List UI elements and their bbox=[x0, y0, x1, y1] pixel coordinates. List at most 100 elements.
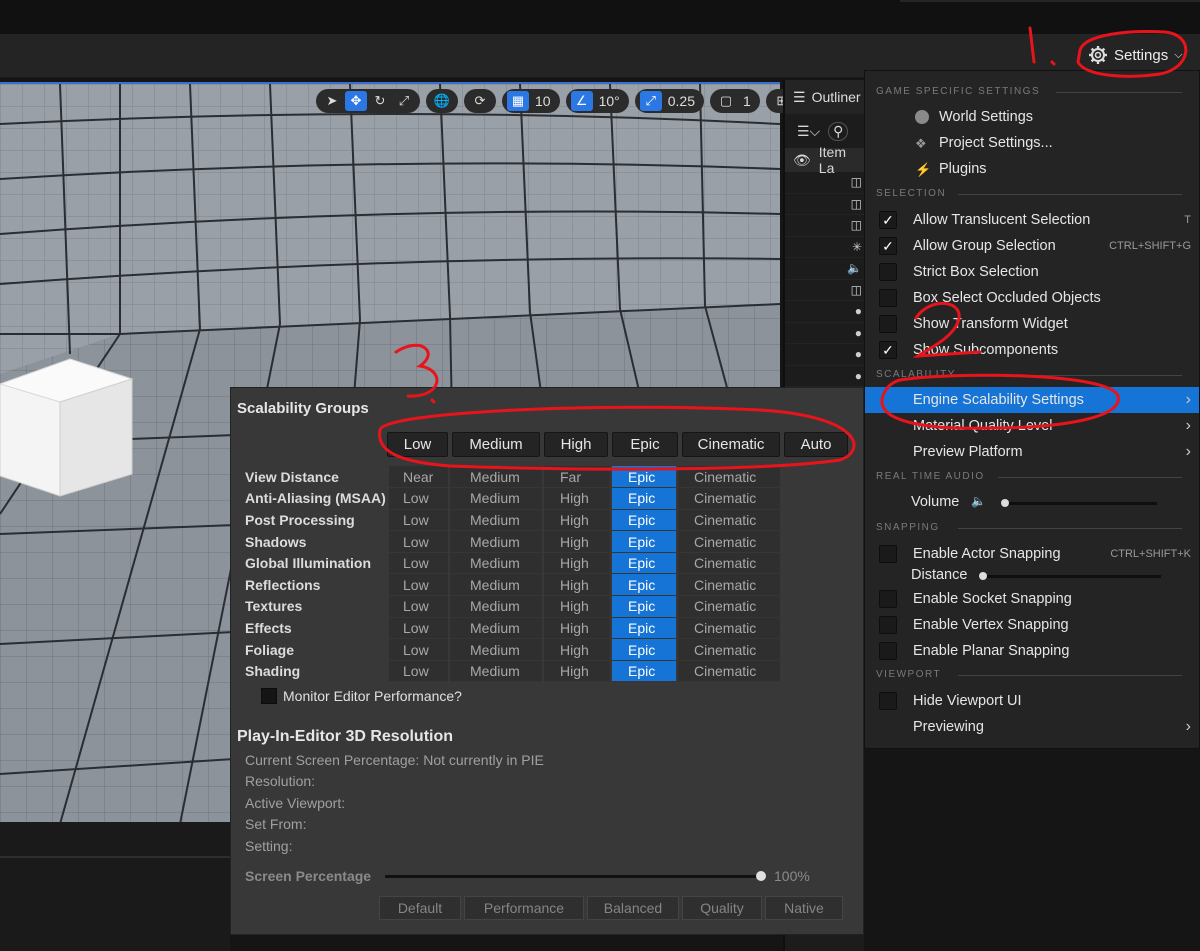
scalability-level-option[interactable]: Medium bbox=[449, 530, 544, 553]
list-item[interactable]: ◫ bbox=[785, 280, 864, 301]
surface-snap-toggle[interactable]: ⟳ bbox=[464, 89, 496, 113]
scale-snap-control[interactable]: ⤢ 0.25 bbox=[634, 89, 704, 113]
menu-item-plugins[interactable]: ⚡ Plugins bbox=[865, 156, 1199, 182]
scalability-level-option[interactable]: Low bbox=[389, 573, 450, 597]
scalability-level-option[interactable]: Cinematic bbox=[677, 466, 782, 489]
check-icon[interactable]: ✓ bbox=[879, 341, 897, 359]
distance-slider[interactable] bbox=[979, 575, 1161, 578]
search-icon[interactable]: ⚲ bbox=[828, 121, 849, 141]
scalability-level-option[interactable]: Medium bbox=[449, 552, 544, 575]
scalability-level-option[interactable]: High bbox=[543, 660, 612, 683]
menu-item-project-settings[interactable]: ❖ Project Settings... bbox=[865, 130, 1199, 156]
scalability-level-option[interactable]: Low bbox=[389, 552, 450, 575]
volume-slider[interactable] bbox=[1001, 502, 1157, 505]
distance-handle[interactable] bbox=[979, 572, 987, 580]
menu-item-world-settings[interactable]: World Settings bbox=[865, 104, 1199, 130]
scalability-level-option[interactable]: Cinematic bbox=[677, 573, 782, 597]
unchecked-box[interactable] bbox=[879, 590, 897, 608]
list-item[interactable]: ● bbox=[785, 366, 864, 387]
check-icon[interactable]: ✓ bbox=[879, 211, 897, 229]
scalability-level-option[interactable]: Low bbox=[389, 660, 450, 683]
preset-low-button[interactable]: Low bbox=[387, 432, 448, 457]
preset-cinematic-button[interactable]: Cinematic bbox=[682, 432, 780, 457]
unchecked-box[interactable] bbox=[879, 315, 897, 333]
list-item[interactable]: ◫ bbox=[785, 172, 864, 194]
scalability-level-option[interactable]: Medium bbox=[449, 660, 544, 683]
filter-icon[interactable]: ☰⌵ bbox=[797, 123, 820, 140]
unchecked-box[interactable] bbox=[879, 616, 897, 634]
scalability-level-option[interactable]: Cinematic bbox=[677, 487, 782, 510]
select-icon[interactable]: ➤ bbox=[321, 91, 343, 111]
scalability-level-option[interactable]: Epic bbox=[611, 530, 678, 553]
unchecked-box[interactable] bbox=[879, 692, 897, 710]
scalability-level-option[interactable]: Cinematic bbox=[677, 617, 782, 640]
scalability-level-option[interactable]: High bbox=[543, 530, 612, 553]
menu-item-enable-actor-snapping[interactable]: Enable Actor Snapping CTRL+SHIFT+K bbox=[865, 541, 1199, 567]
scalability-level-option[interactable]: Low bbox=[389, 595, 450, 618]
quality-button[interactable]: Quality bbox=[682, 896, 762, 920]
menu-item-enable-vertex-snapping[interactable]: Enable Vertex Snapping bbox=[865, 612, 1199, 638]
scalability-level-option[interactable]: Cinematic bbox=[677, 638, 782, 661]
preset-auto-button[interactable]: Auto bbox=[784, 432, 848, 457]
scalability-level-option[interactable]: Low bbox=[389, 487, 450, 510]
monitor-performance-checkbox[interactable] bbox=[261, 688, 277, 704]
scalability-level-option[interactable]: Low bbox=[389, 530, 450, 553]
menu-item-strict-box-selection[interactable]: Strict Box Selection bbox=[865, 259, 1199, 285]
screen-percentage-handle[interactable] bbox=[756, 871, 766, 881]
unchecked-box[interactable] bbox=[879, 289, 897, 307]
unchecked-box[interactable] bbox=[879, 263, 897, 281]
list-item[interactable]: ✳ bbox=[785, 237, 864, 258]
scalability-level-option[interactable]: Epic bbox=[611, 552, 678, 575]
scalability-level-option[interactable]: Medium bbox=[449, 595, 544, 618]
balanced-button[interactable]: Balanced bbox=[587, 896, 679, 920]
default-button[interactable]: Default bbox=[379, 896, 461, 920]
grid-snap-control[interactable]: ▦ 10 bbox=[502, 89, 560, 113]
list-item[interactable]: 🔈 bbox=[785, 258, 864, 280]
list-item[interactable]: ● bbox=[785, 323, 864, 344]
performance-button[interactable]: Performance bbox=[464, 896, 584, 920]
scalability-level-option[interactable]: High bbox=[543, 509, 612, 532]
preset-medium-button[interactable]: Medium bbox=[452, 432, 540, 457]
menu-item-preview-platform[interactable]: Preview Platform › bbox=[865, 439, 1199, 465]
list-item[interactable]: ● bbox=[785, 344, 864, 366]
scalability-level-option[interactable]: Cinematic bbox=[677, 509, 782, 532]
scalability-level-option[interactable]: Near bbox=[389, 466, 450, 489]
scalability-level-option[interactable]: Low bbox=[389, 509, 450, 532]
speaker-muted-icon[interactable]: 🔈 bbox=[971, 494, 986, 508]
rotate-icon[interactable]: ↻ bbox=[369, 91, 391, 111]
scalability-level-option[interactable]: Epic bbox=[611, 638, 678, 661]
check-icon[interactable]: ✓ bbox=[879, 237, 897, 255]
scalability-level-option[interactable]: High bbox=[543, 573, 612, 597]
menu-item-previewing[interactable]: Previewing › bbox=[865, 714, 1199, 740]
menu-item-show-subcomponents[interactable]: ✓ Show Subcomponents bbox=[865, 337, 1199, 363]
scalability-level-option[interactable]: High bbox=[543, 638, 612, 661]
scalability-level-option[interactable]: Medium bbox=[449, 617, 544, 640]
scalability-level-option[interactable]: High bbox=[543, 552, 612, 575]
unchecked-box[interactable] bbox=[879, 642, 897, 660]
scalability-level-option[interactable]: Medium bbox=[449, 487, 544, 510]
world-local-toggle[interactable]: 🌐 bbox=[426, 89, 458, 113]
menu-item-material-quality-level[interactable]: Material Quality Level › bbox=[865, 413, 1199, 439]
scalability-level-option[interactable]: Epic bbox=[611, 573, 678, 597]
scalability-level-option[interactable]: Far bbox=[543, 466, 612, 489]
menu-item-enable-socket-snapping[interactable]: Enable Socket Snapping bbox=[865, 586, 1199, 612]
scalability-level-option[interactable]: Medium bbox=[449, 638, 544, 661]
scalability-level-option[interactable]: Epic bbox=[611, 617, 678, 640]
list-item[interactable]: ● bbox=[785, 301, 864, 323]
menu-item-enable-planar-snapping[interactable]: Enable Planar Snapping bbox=[865, 638, 1199, 664]
menu-item-box-select-occluded[interactable]: Box Select Occluded Objects bbox=[865, 285, 1199, 311]
menu-item-engine-scalability-settings[interactable]: Engine Scalability Settings › bbox=[865, 387, 1199, 413]
scalability-level-option[interactable]: Cinematic bbox=[677, 595, 782, 618]
screen-percentage-slider[interactable] bbox=[385, 875, 761, 878]
menu-item-allow-translucent-selection[interactable]: ✓ Allow Translucent Selection T bbox=[865, 207, 1199, 233]
move-icon[interactable]: ✥ bbox=[345, 91, 367, 111]
scalability-level-option[interactable]: Low bbox=[389, 638, 450, 661]
menu-item-hide-viewport-ui[interactable]: Hide Viewport UI bbox=[865, 688, 1199, 714]
scalability-level-option[interactable]: Cinematic bbox=[677, 530, 782, 553]
native-button[interactable]: Native bbox=[765, 896, 843, 920]
preset-epic-button[interactable]: Epic bbox=[612, 432, 678, 457]
scalability-level-option[interactable]: Epic bbox=[611, 466, 678, 489]
scalability-level-option[interactable]: Epic bbox=[611, 487, 678, 510]
unchecked-box[interactable] bbox=[879, 545, 897, 563]
scalability-level-option[interactable]: Medium bbox=[449, 466, 544, 489]
